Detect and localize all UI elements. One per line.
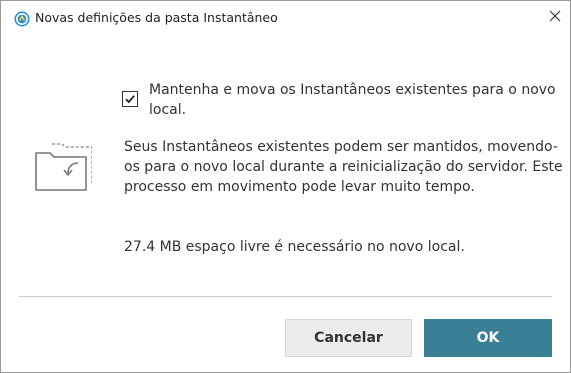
ok-button[interactable]: OK [424, 319, 552, 357]
keep-snapshots-label[interactable]: Mantenha e mova os Instantâneos existent… [149, 80, 561, 120]
description-text: Seus Instantâneos existentes podem ser m… [124, 139, 563, 195]
keep-snapshots-checkbox[interactable] [122, 91, 138, 107]
close-button[interactable] [541, 3, 569, 29]
close-icon [549, 7, 561, 26]
dialog-window: Novas definições da pasta Instantâneo Ma… [0, 0, 571, 373]
cancel-button[interactable]: Cancelar [285, 319, 412, 357]
title-bar: Novas definições da pasta Instantâneo [1, 1, 570, 31]
folder-move-icon [34, 141, 93, 191]
app-logo-icon [14, 11, 30, 27]
free-space-note: 27.4 MB espaço livre é necessário no nov… [124, 239, 465, 255]
checkmark-icon [125, 95, 135, 104]
divider [19, 296, 552, 297]
window-title: Novas definições da pasta Instantâneo [35, 10, 278, 25]
